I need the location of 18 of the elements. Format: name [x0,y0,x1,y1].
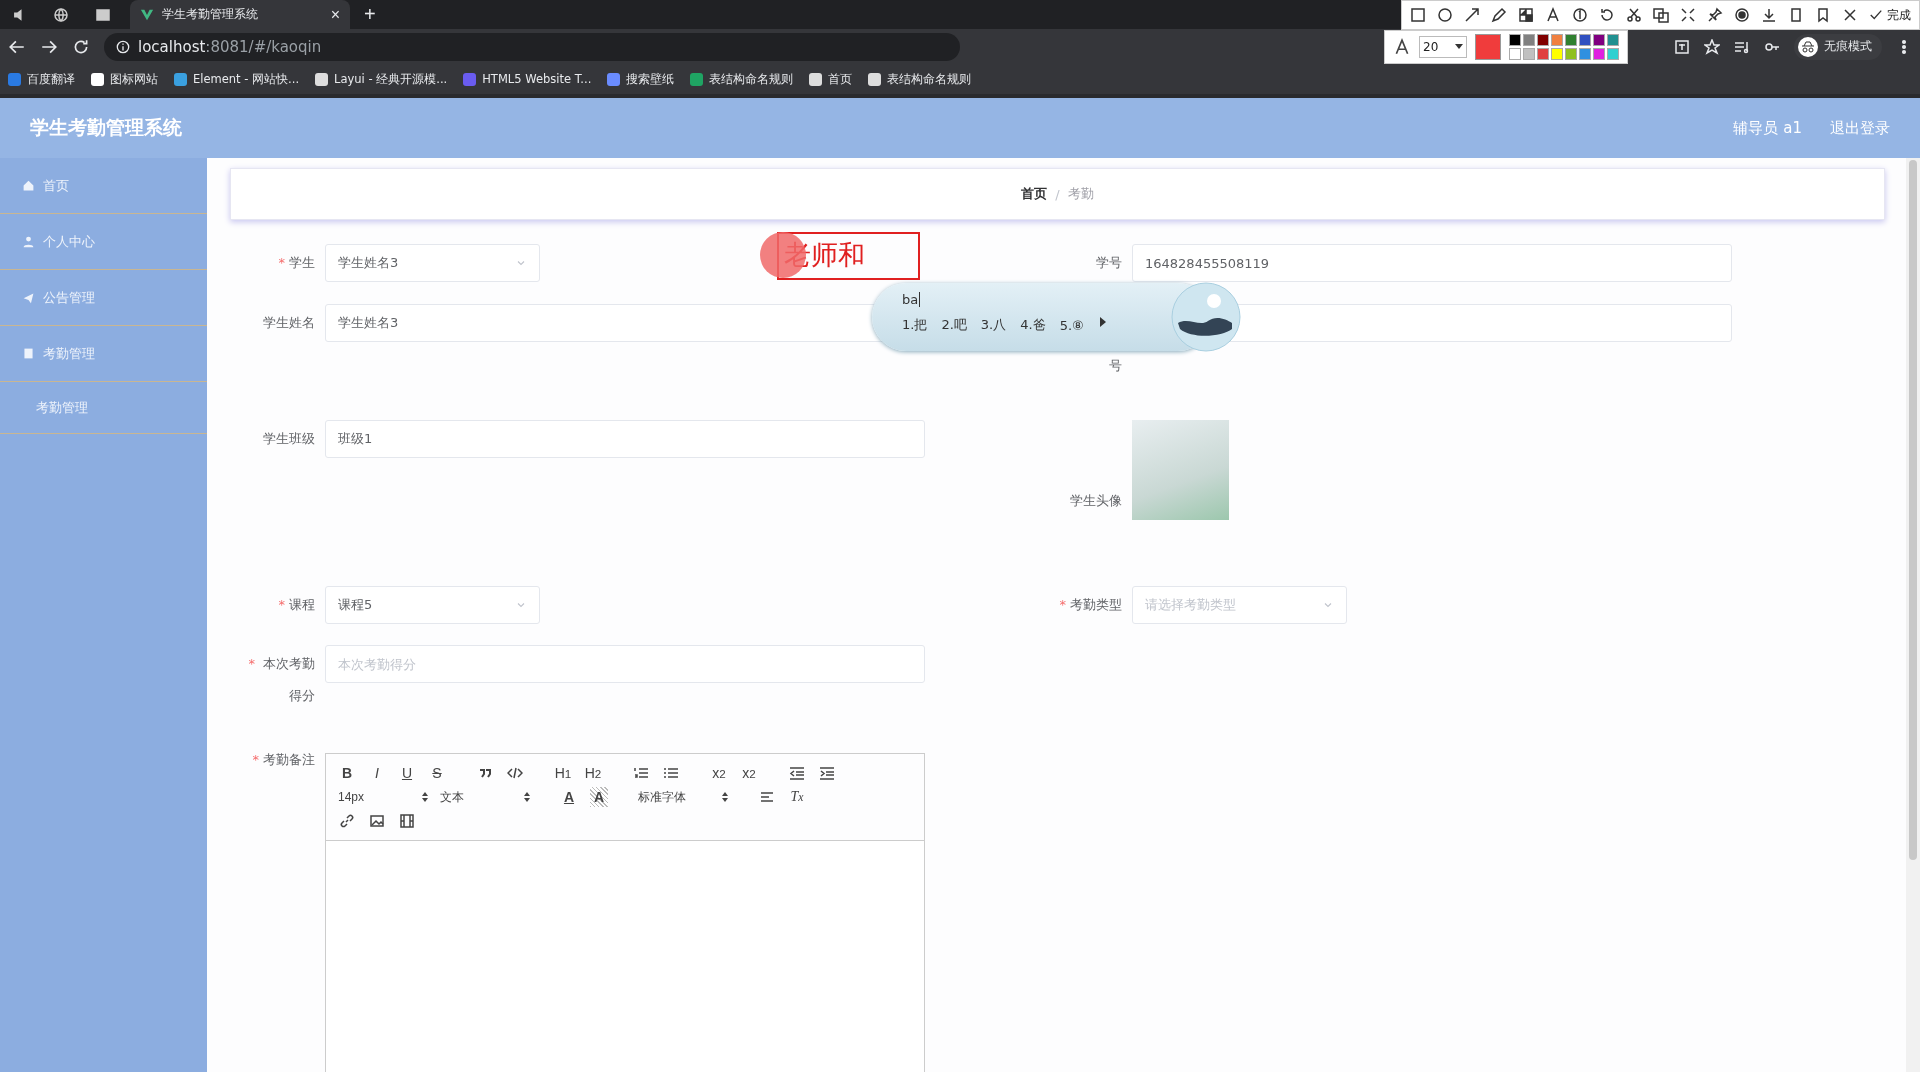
required-mark: * [278,254,285,272]
field-label: 号 [1109,357,1122,375]
breadcrumb-separator: / [1055,186,1060,202]
required-mark: * [1059,596,1066,614]
field-label: 学生头像 [1070,492,1122,510]
required-mark: * [248,655,255,673]
ime-composition: ba [902,292,921,307]
field-label: 学号 [1096,254,1122,272]
field-label: 考勤备注 [263,751,315,769]
field-label: 课程 [289,596,315,614]
field-label: 学生班级 [263,430,315,448]
field-label: 学生 [289,254,315,272]
field-label: 考勤类型 [1070,596,1122,614]
required-mark: * [252,751,259,769]
app-title: 学生考勤管理系统 [30,115,183,140]
required-mark: * [278,596,285,614]
field-label: 学生姓名 [263,314,315,332]
field-label: 本次考勤得分 [262,655,315,705]
